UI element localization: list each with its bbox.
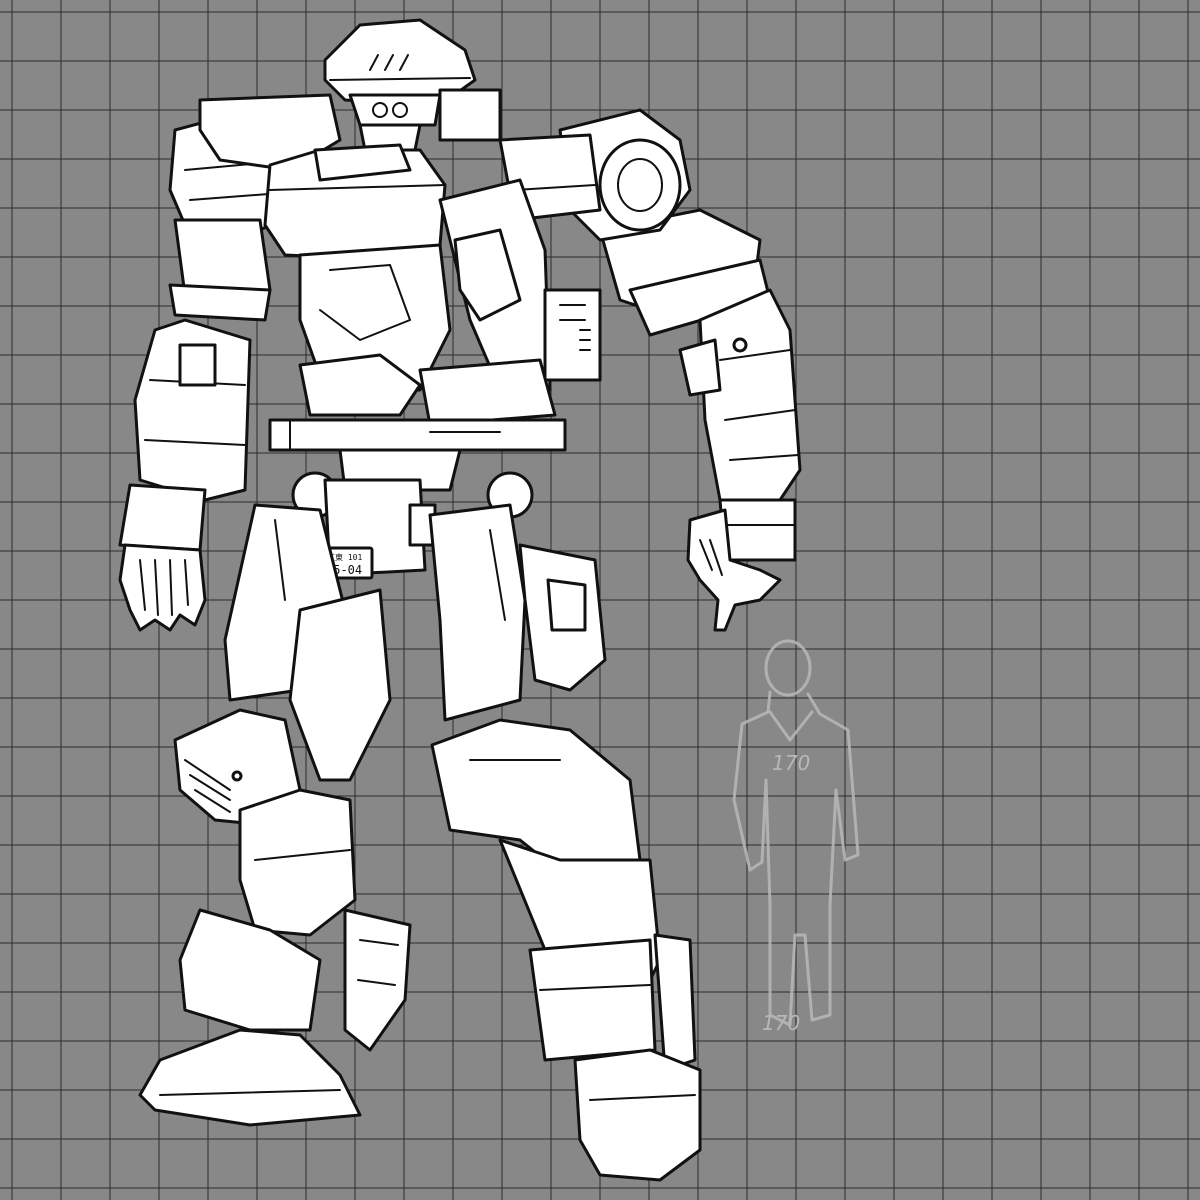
artwork-canvas: 170 170 江東 101 15-04 bbox=[0, 0, 1200, 1200]
mech-illustration: 170 170 江東 101 15-04 bbox=[118, 18, 860, 1182]
right-arm bbox=[598, 208, 802, 632]
figure-shirt-label: 170 bbox=[772, 751, 810, 775]
right-leg bbox=[428, 503, 702, 1182]
human-scale-figure: 170 170 bbox=[732, 639, 860, 1035]
figure-height-label: 170 bbox=[762, 1011, 800, 1035]
